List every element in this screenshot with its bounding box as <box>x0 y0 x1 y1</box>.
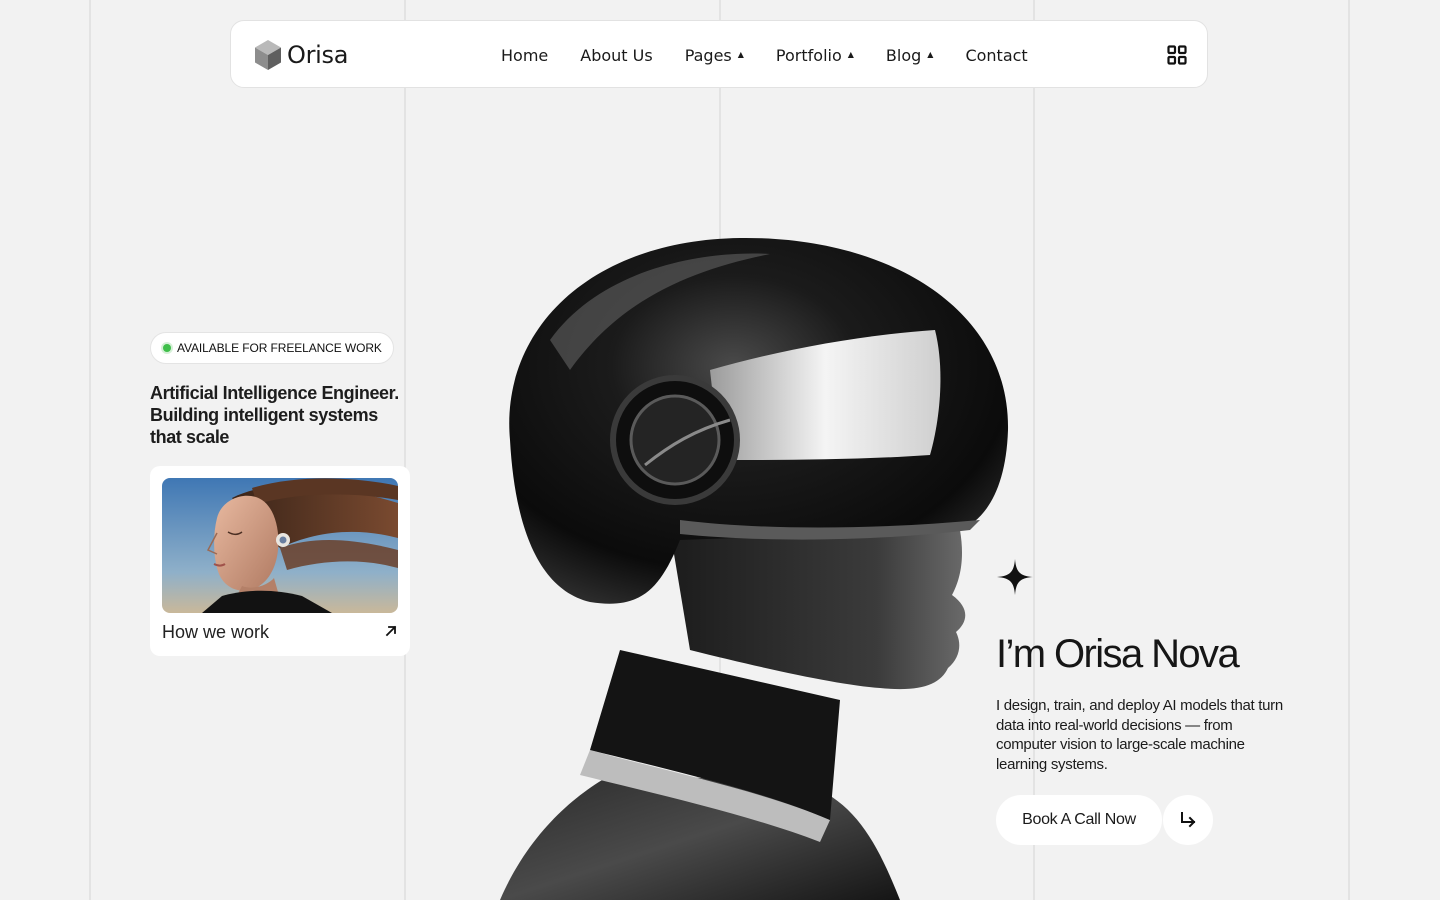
nav-item-label: About Us <box>580 45 653 65</box>
caret-up-icon: ▲ <box>847 50 854 59</box>
nav-item-portfolio[interactable]: Portfolio ▲ <box>776 46 854 65</box>
top-navbar: Orisa Home About Us Pages ▲ Portfolio ▲ … <box>230 20 1208 88</box>
intro-tagline: Artificial Intelligence Engineer. Buildi… <box>150 383 399 447</box>
availability-badge: AVAILABLE FOR FREELANCE WORK <box>150 332 394 364</box>
guide-line <box>1348 0 1350 900</box>
hero-portrait-image <box>500 237 1009 900</box>
card-label: How we work <box>162 622 270 642</box>
nav-item-pages[interactable]: Pages ▲ <box>685 46 744 65</box>
nav-item-label: Home <box>501 45 549 65</box>
status-dot-icon <box>163 344 171 352</box>
arrow-up-right-icon <box>385 625 397 637</box>
nav-item-label: Pages <box>684 45 732 65</box>
hero-description: I design, train, and deploy AI models th… <box>996 697 1283 773</box>
sparkle-icon <box>997 559 1033 595</box>
nav-item-label: Contact <box>965 45 1028 65</box>
nav-item-label: Blog <box>885 45 922 65</box>
caret-up-icon: ▲ <box>737 50 744 59</box>
nav-item-blog[interactable]: Blog ▲ <box>886 46 934 65</box>
book-call-button[interactable]: Book A Call Now <box>996 795 1162 845</box>
how-we-work-card[interactable]: How we work <box>150 466 410 656</box>
guide-line <box>404 0 406 900</box>
cube-icon <box>255 40 281 70</box>
hero-title: I’m Orisa Nova <box>996 632 1240 676</box>
brand-name: Orisa <box>287 41 349 69</box>
grid-icon[interactable] <box>1167 45 1187 65</box>
book-call-arrow-button[interactable] <box>1163 795 1213 845</box>
arrow-turn-right-icon <box>1181 812 1196 828</box>
nav-item-home[interactable]: Home <box>501 46 548 65</box>
brand-logo[interactable]: Orisa <box>253 39 348 71</box>
guide-line <box>89 0 91 900</box>
nav-item-about-us[interactable]: About Us <box>580 46 652 65</box>
caret-up-icon: ▲ <box>927 50 934 59</box>
nav-item-contact[interactable]: Contact <box>965 46 1027 65</box>
availability-badge-text: AVAILABLE FOR FREELANCE WORK <box>177 341 382 355</box>
main-menu: Home About Us Pages ▲ Portfolio ▲ Blog ▲… <box>501 21 1028 89</box>
nav-item-label: Portfolio <box>775 45 842 65</box>
page: Orisa Home About Us Pages ▲ Portfolio ▲ … <box>0 0 1440 900</box>
card-thumbnail-image <box>162 478 398 613</box>
